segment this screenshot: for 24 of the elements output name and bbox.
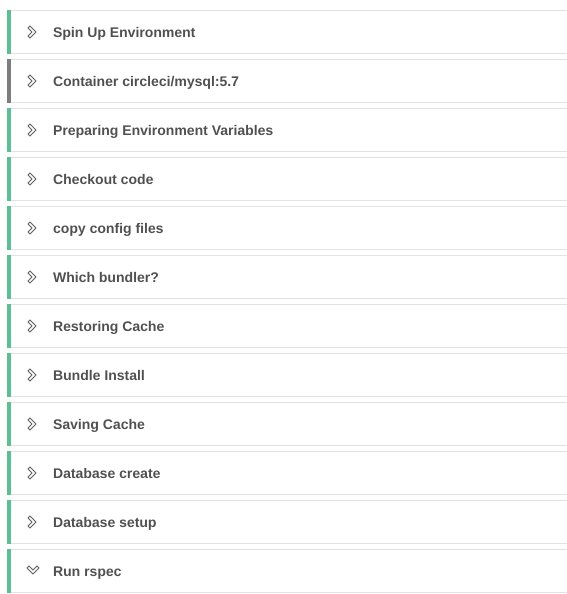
step-row[interactable]: Which bundler? — [7, 255, 567, 299]
step-row[interactable]: Run rspec — [7, 549, 567, 593]
step-title: Saving Cache — [53, 416, 145, 432]
step-row[interactable]: Container circleci/mysql:5.7 — [7, 59, 567, 103]
step-title: Database setup — [53, 514, 156, 530]
step-title: Which bundler? — [53, 269, 159, 285]
step-title: Spin Up Environment — [53, 24, 196, 40]
step-title: Checkout code — [53, 171, 154, 187]
step-row[interactable]: Database create — [7, 451, 567, 495]
step-row[interactable]: Restoring Cache — [7, 304, 567, 348]
step-title: Run rspec — [53, 563, 122, 579]
step-title: Restoring Cache — [53, 318, 164, 334]
step-row[interactable]: Checkout code — [7, 157, 567, 201]
step-title: Preparing Environment Variables — [53, 122, 274, 138]
step-row[interactable]: Preparing Environment Variables — [7, 108, 567, 152]
step-row[interactable]: Spin Up Environment — [7, 10, 567, 54]
step-title: Bundle Install — [53, 367, 145, 383]
step-row[interactable]: copy config files — [7, 206, 567, 250]
step-title: Container circleci/mysql:5.7 — [53, 73, 239, 89]
step-row[interactable]: Bundle Install — [7, 353, 567, 397]
step-title: copy config files — [53, 220, 164, 236]
step-row[interactable]: Saving Cache — [7, 402, 567, 446]
step-title: Database create — [53, 465, 160, 481]
step-row[interactable]: Database setup — [7, 500, 567, 544]
